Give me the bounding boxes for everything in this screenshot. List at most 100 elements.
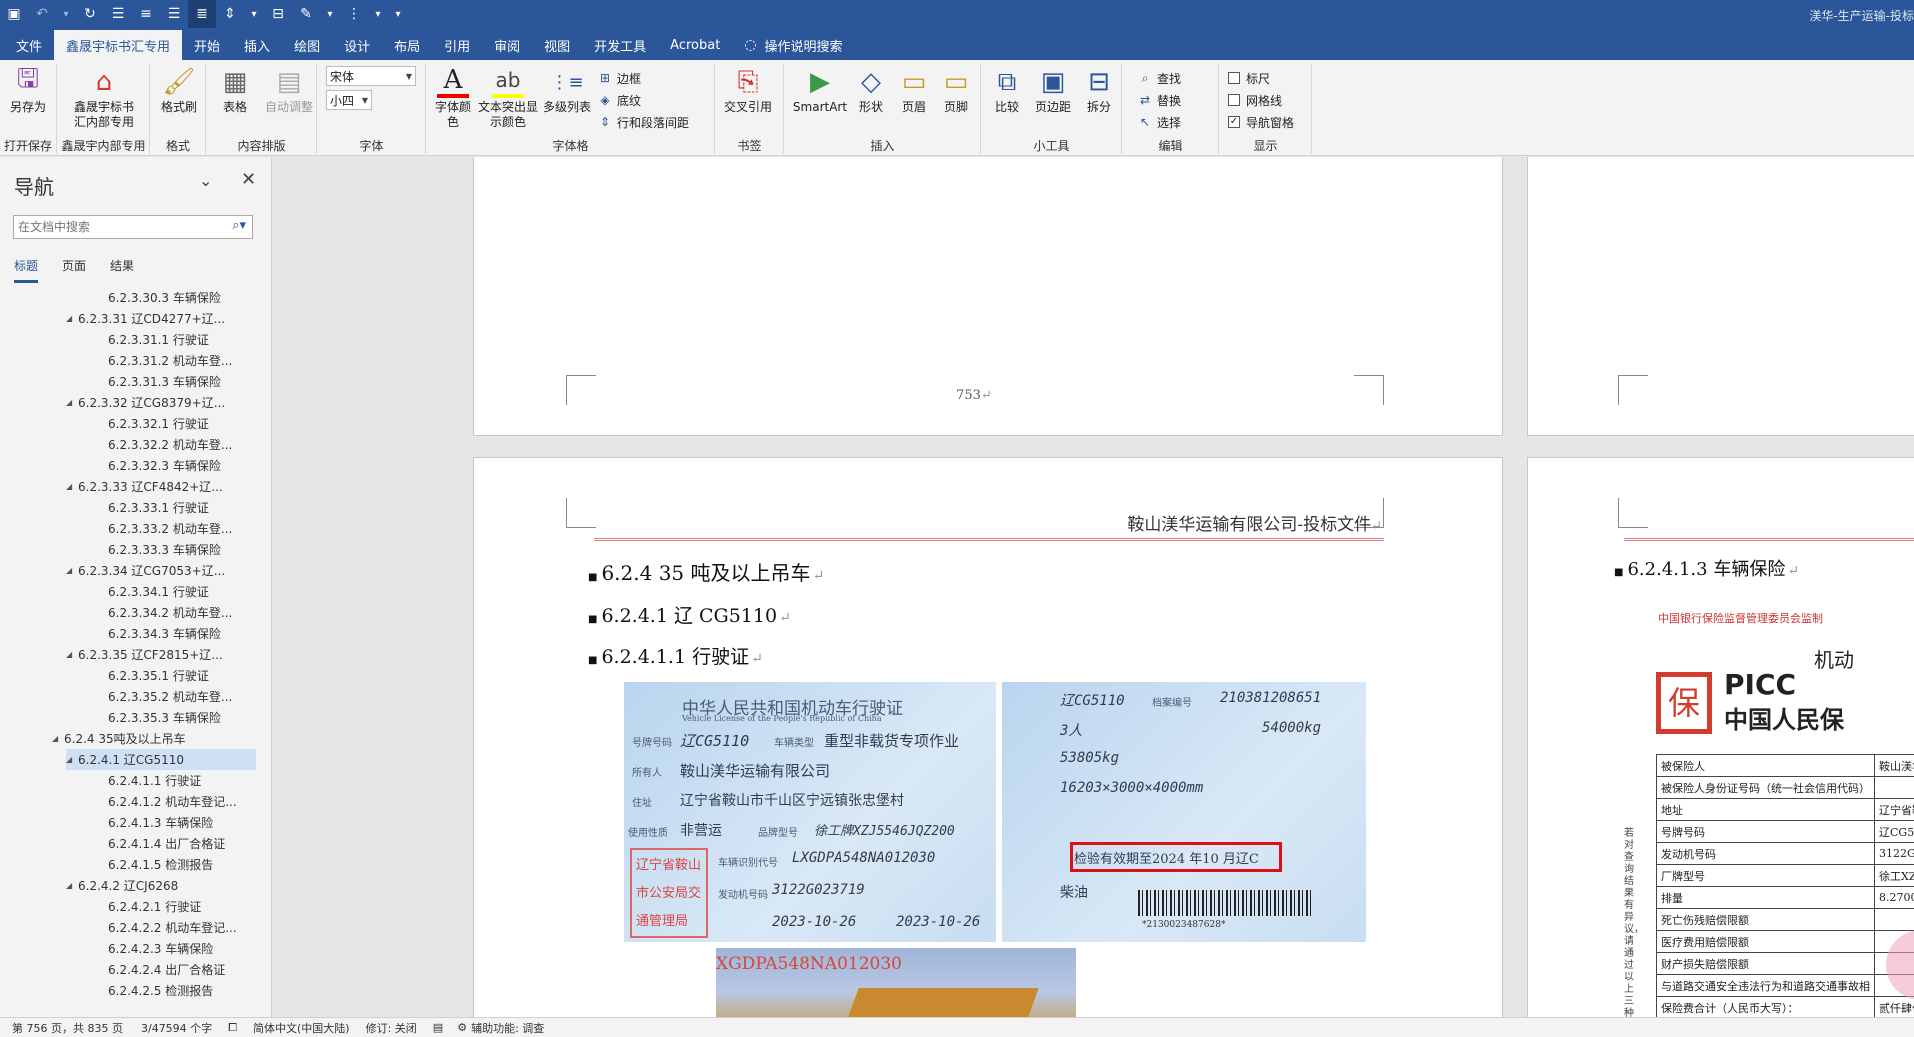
nav-tree-item[interactable]: 6.2.3.34.2 机动车登... [108,602,232,623]
nav-tab-headings[interactable]: 标题 [14,257,39,283]
redo-icon[interactable]: ↻ [76,0,104,28]
tab-draw[interactable]: 绘图 [282,30,332,60]
expand-triangle-icon[interactable]: ◢ [52,734,64,743]
save-icon[interactable]: ▣ [0,0,28,28]
nav-tree-item[interactable]: 6.2.4.2.2 机动车登记... [108,917,237,938]
align-center-icon[interactable]: ≡ [132,0,160,28]
para-spacing-button[interactable]: ⇕ 行和段落间距 [597,112,689,132]
ruler-checkbox[interactable]: 标尺 [1228,68,1270,88]
nav-tree-item[interactable]: 6.2.4.1.1 行驶证 [108,770,201,791]
expand-triangle-icon[interactable]: ◢ [66,314,78,323]
auto-adjust-button[interactable]: ▤ 自动调整 [263,66,315,115]
tab-file[interactable]: 文件 [4,30,54,60]
header-button[interactable]: ▭ 页眉 [893,66,935,115]
nav-tree-item[interactable]: 6.2.3.35.3 车辆保险 [108,707,221,728]
tab-developer[interactable]: 开发工具 [582,30,658,60]
nav-tree-item[interactable]: ◢ 6.2.3.32 辽CG8379+辽... [66,392,225,413]
format-painter-icon[interactable]: ✎ [292,0,320,28]
expand-triangle-icon[interactable]: ◢ [66,650,78,659]
nav-tree-item[interactable]: 6.2.4.1.5 检测报告 [108,854,213,875]
footer-button[interactable]: ▭ 页脚 [935,66,977,115]
nav-tree-item[interactable]: 6.2.3.32.3 车辆保险 [108,455,221,476]
tab-xsy[interactable]: 鑫晟宇标书汇专用 [54,30,183,60]
margin-button[interactable]: ▣ 页边距 [1030,66,1076,115]
compare-button[interactable]: ⧉ 比较 [986,66,1028,115]
nav-tree-item[interactable]: ◢ 6.2.3.31 辽CD4277+辽... [66,308,225,329]
status-macro[interactable]: ▤ [433,1021,447,1034]
shading-button[interactable]: ◈ 底纹 [597,90,641,110]
nav-tree-item[interactable]: 6.2.3.35.1 行驶证 [108,665,209,686]
line-spacing-icon[interactable]: ⇕ [216,0,244,28]
font-size-select[interactable]: 小四 ▼ [326,90,372,110]
chevron-down-icon[interactable]: ⌄ [199,171,212,190]
nav-tree-item[interactable]: 6.2.3.31.1 行驶证 [108,329,209,350]
status-word-count[interactable]: 3/47594 个字 [141,1020,212,1036]
align-left-icon[interactable]: ☰ [104,0,132,28]
expand-triangle-icon[interactable]: ◢ [66,881,78,890]
nav-tree-item[interactable]: 6.2.4.2.1 行驶证 [108,896,201,917]
find-button[interactable]: ⌕ 查找 [1137,68,1181,88]
align-right-icon[interactable]: ☰ [160,0,188,28]
multilevel-list-button[interactable]: ⋮≡ 多级列表 [541,66,593,115]
nav-tree-item[interactable]: 6.2.3.31.3 车辆保险 [108,371,221,392]
tab-home[interactable]: 开始 [182,30,232,60]
expand-triangle-icon[interactable]: ◢ [66,398,78,407]
nav-tree-item[interactable]: 6.2.3.33.3 车辆保险 [108,539,221,560]
xsy-button[interactable]: ⌂ 鑫晟宇标书 汇内部专用 [72,66,136,130]
expand-triangle-icon[interactable]: ◢ [66,755,78,764]
search-icon[interactable]: ⌕▾ [232,218,246,233]
nav-tree-item[interactable]: 6.2.3.32.2 机动车登... [108,434,232,455]
gridlines-checkbox[interactable]: 网格线 [1228,90,1282,110]
nav-tree-item[interactable]: ◢ 6.2.3.33 辽CF4842+辽... [66,476,223,497]
select-button[interactable]: ↖ 选择 [1137,112,1181,132]
split-button[interactable]: ⊟ 拆分 [1078,66,1120,115]
nav-tree-item[interactable]: ◢ 6.2.4.2 辽CJ6268 [66,875,178,896]
expand-triangle-icon[interactable]: ◢ [66,482,78,491]
nav-tree-item[interactable]: ◢ 6.2.4 35吨及以上吊车 [52,728,186,749]
tab-layout[interactable]: 布局 [382,30,432,60]
tab-acrobat[interactable]: Acrobat [658,30,732,60]
nav-tree-item[interactable]: 6.2.4.1.2 机动车登记... [108,791,237,812]
tell-me-search[interactable]: ◌ 操作说明搜索 [732,30,854,60]
status-page[interactable]: 第 756 页，共 835 页 [12,1020,123,1036]
nav-tree-item[interactable]: 6.2.4.2.3 车辆保险 [108,938,213,959]
nav-tree-item[interactable]: 6.2.4.1.4 出厂合格证 [108,833,225,854]
nav-tree-item[interactable]: 6.2.3.35.2 机动车登... [108,686,232,707]
font-name-select[interactable]: 宋体 ▼ [326,66,416,86]
border-button[interactable]: ⊞ 边框 [597,68,641,88]
nav-tab-results[interactable]: 结果 [110,257,134,283]
painter-dropdown-icon[interactable]: ▾ [320,0,340,28]
cross-ref-button[interactable]: ⎘ 交叉引用 [722,66,774,115]
shape-button[interactable]: ◇ 形状 [849,66,893,115]
format-brush-button[interactable]: 🖌 格式刷 [153,66,205,115]
expand-triangle-icon[interactable]: ◢ [66,566,78,575]
highlight-button[interactable]: ab 文本突出显 示颜色 [477,66,539,130]
multilevel-dropdown-icon[interactable]: ▾ [368,0,388,28]
nav-tree-item[interactable]: 6.2.3.34.3 车辆保险 [108,623,221,644]
nav-tree-item[interactable]: ◢ 6.2.3.35 辽CF2815+辽... [66,644,223,665]
nav-search-box[interactable]: ⌕▾ [13,215,253,239]
nav-tree-item[interactable]: 6.2.4.2.5 检测报告 [108,980,213,1001]
nav-tree-item[interactable]: 6.2.3.30.3 车辆保险 [108,287,221,308]
line-spacing-dropdown-icon[interactable]: ▾ [244,0,264,28]
nav-tree-item[interactable]: ◢ 6.2.3.34 辽CG7053+辽... [66,560,225,581]
status-accessibility[interactable]: ⚙ 辅助功能: 调查 [457,1020,544,1036]
tab-references[interactable]: 引用 [432,30,482,60]
tab-design[interactable]: 设计 [332,30,382,60]
tab-insert[interactable]: 插入 [232,30,282,60]
status-track-changes[interactable]: 修订: 关闭 [366,1020,417,1036]
save-as-button[interactable]: 🖫 另存为 [2,64,54,115]
nav-tree-item[interactable]: 6.2.3.32.1 行驶证 [108,413,209,434]
undo-dropdown-icon[interactable]: ▾ [56,0,76,28]
close-icon[interactable]: ✕ [241,169,256,190]
nav-tree-item[interactable]: 6.2.4.2.4 出厂合格证 [108,959,225,980]
replace-button[interactable]: ⇄ 替换 [1137,90,1181,110]
justify-icon[interactable]: ≣ [188,0,216,28]
table-button[interactable]: ▦ 表格 [209,66,261,115]
nav-tree-item[interactable]: 6.2.3.33.2 机动车登... [108,518,232,539]
nav-tab-pages[interactable]: 页面 [62,257,86,283]
nav-pane-checkbox[interactable]: ✓ 导航窗格 [1228,112,1294,132]
multilevel-icon[interactable]: ⋮ [340,0,368,28]
tab-review[interactable]: 审阅 [482,30,532,60]
nav-tree-item[interactable]: 6.2.4.1.3 车辆保险 [108,812,213,833]
